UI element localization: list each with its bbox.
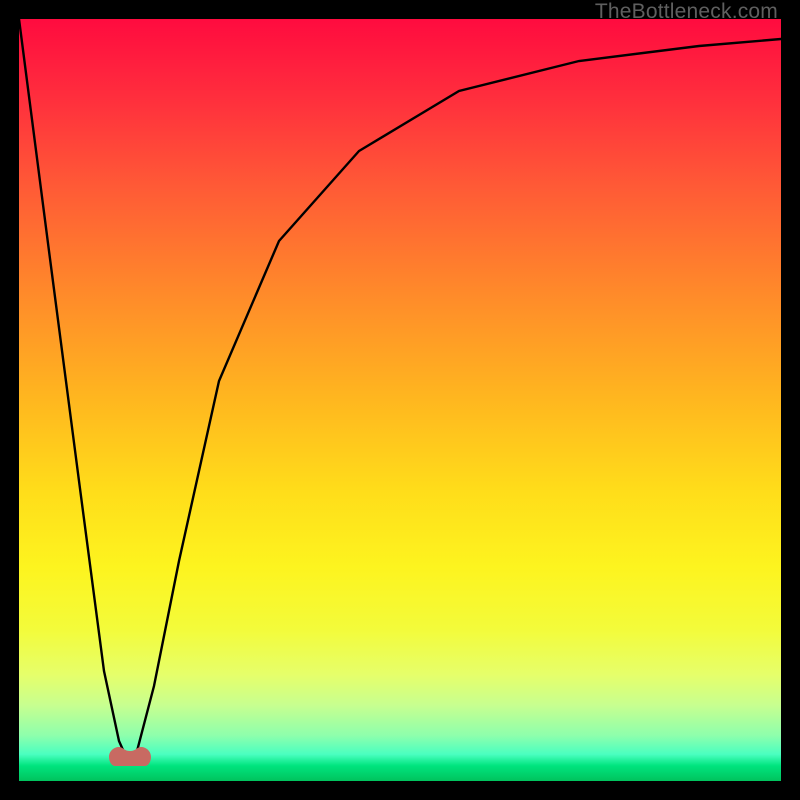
bottleneck-curve bbox=[19, 19, 781, 781]
chart-plot-area bbox=[19, 19, 781, 781]
watermark-text: TheBottleneck.com bbox=[595, 0, 778, 24]
curve-path bbox=[19, 19, 781, 759]
